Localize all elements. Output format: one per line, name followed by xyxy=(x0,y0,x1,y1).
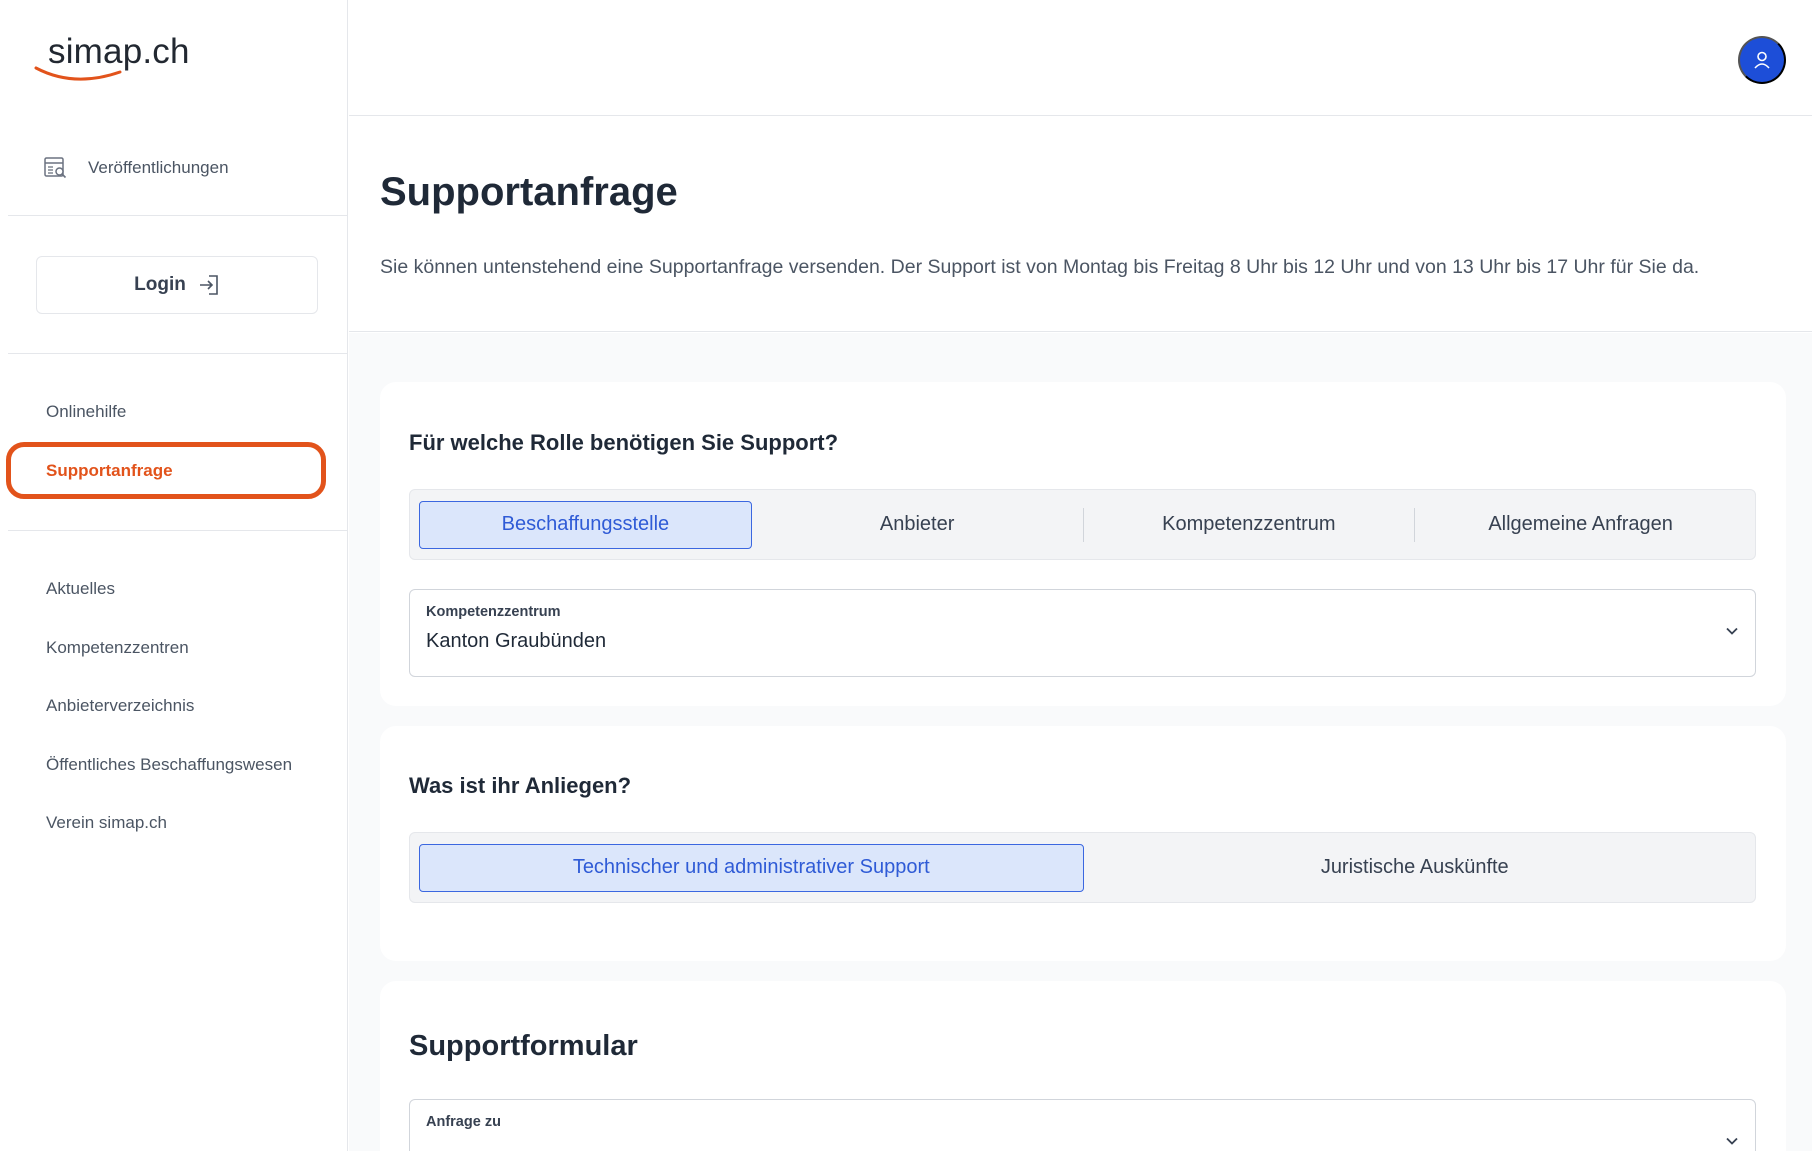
sidebar-item-label: Veröffentlichungen xyxy=(88,158,229,177)
role-card-title: Für welche Rolle benötigen Sie Support? xyxy=(409,430,839,455)
support-form-title: Supportformular xyxy=(409,1030,638,1062)
role-segmented-control: Beschaffungsstelle Anbieter Kompetenzzen… xyxy=(409,489,1756,560)
top-header xyxy=(349,0,1812,116)
concern-option-legal-information[interactable]: Juristische Auskünfte xyxy=(1084,844,1747,892)
publications-icon xyxy=(44,157,67,179)
concern-card-title: Was ist ihr Anliegen? xyxy=(409,773,632,798)
select-value: Kanton Graubünden xyxy=(426,630,607,652)
highlight-annotation xyxy=(6,442,326,499)
user-icon xyxy=(1754,51,1770,69)
sidebar-item-kompetenzzentren[interactable]: Kompetenzzentren xyxy=(46,638,189,658)
sidebar-item-publications[interactable]: Veröffentlichungen xyxy=(44,152,229,184)
select-label: Anfrage zu xyxy=(426,1114,501,1130)
user-avatar-button[interactable] xyxy=(1738,36,1786,84)
logo-swoosh-icon xyxy=(34,66,122,81)
login-button[interactable]: Login xyxy=(36,256,318,314)
sidebar-item-beschaffungswesen[interactable]: Öffentliches Beschaffungswesen xyxy=(46,755,292,775)
chevron-down-icon xyxy=(1726,1137,1738,1145)
chevron-down-icon xyxy=(1726,627,1738,635)
concern-option-technical-support[interactable]: Technischer und administrativer Support xyxy=(419,843,1084,892)
login-icon xyxy=(199,275,218,295)
role-option-allgemeine-anfragen[interactable]: Allgemeine Anfragen xyxy=(1415,501,1746,549)
role-option-beschaffungsstelle[interactable]: Beschaffungsstelle xyxy=(419,500,752,549)
sidebar-divider xyxy=(8,215,348,216)
request-topic-select[interactable]: Anfrage zu xyxy=(409,1099,1756,1151)
sidebar-item-verein[interactable]: Verein simap.ch xyxy=(46,813,167,833)
role-option-anbieter[interactable]: Anbieter xyxy=(752,501,1083,549)
role-option-kompetenzzentrum[interactable]: Kompetenzzentrum xyxy=(1084,501,1415,549)
kompetenzzentrum-select[interactable]: Kompetenzzentrum Kanton Graubünden xyxy=(409,589,1756,677)
sidebar-divider xyxy=(8,530,348,531)
login-label: Login xyxy=(134,274,186,295)
select-label: Kompetenzzentrum xyxy=(426,604,561,620)
sidebar-item-onlinehilfe[interactable]: Onlinehilfe xyxy=(46,402,126,422)
sidebar: simap.ch Veröffentlichungen Login Online… xyxy=(0,0,348,1151)
concern-segmented-control: Technischer und administrativer Support … xyxy=(409,832,1756,903)
sidebar-divider xyxy=(8,353,348,354)
simap-logo[interactable]: simap.ch xyxy=(34,26,234,86)
page-description: Sie können untenstehend eine Supportanfr… xyxy=(380,256,1700,278)
sidebar-item-aktuelles[interactable]: Aktuelles xyxy=(46,579,115,599)
intro-section xyxy=(349,117,1812,332)
sidebar-item-anbieterverzeichnis[interactable]: Anbieterverzeichnis xyxy=(46,696,194,716)
page-title: Supportanfrage xyxy=(380,170,678,214)
